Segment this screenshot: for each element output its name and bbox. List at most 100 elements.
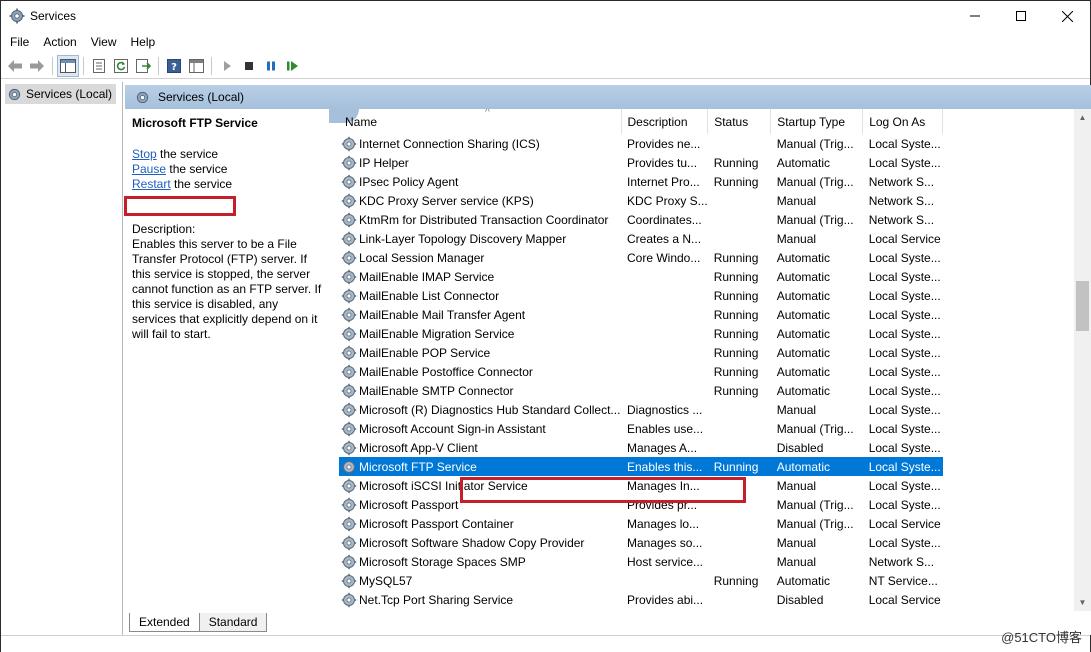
export-icon <box>135 59 151 73</box>
show-hide-console-tree-button[interactable] <box>57 55 79 77</box>
table-row[interactable]: MySQL57 Running Automatic NT Service... <box>339 571 943 590</box>
cell-log-on-as: Local Syste... <box>868 136 941 151</box>
cell-description: Manages lo... <box>627 516 700 531</box>
cell-log-on-as: Local Service <box>868 231 941 246</box>
cell-name: Link-Layer Topology Discovery Mapper <box>339 229 621 248</box>
stop-link[interactable]: Stop <box>132 147 157 161</box>
table-row[interactable]: Microsoft App-V Client Manages A... Disabl… <box>339 438 943 457</box>
scrollbar-thumb[interactable] <box>1076 281 1089 331</box>
refresh-icon <box>114 59 128 73</box>
menu-action[interactable]: Action <box>36 35 83 49</box>
view-icon <box>188 59 204 73</box>
stop-icon <box>245 62 253 70</box>
tab-extended[interactable]: Extended <box>129 613 200 632</box>
pause-link[interactable]: Pause <box>132 162 166 176</box>
service-name: MailEnable SMTP Connector <box>359 383 514 398</box>
table-row[interactable]: IPsec Policy Agent Internet Pro... Running… <box>339 172 943 191</box>
table-row[interactable]: MailEnable Migration Service Running Autom… <box>339 324 943 343</box>
table-row[interactable]: Microsoft FTP Service Enables this... Runn… <box>339 457 943 476</box>
cell-description: Provides ne... <box>627 136 701 151</box>
cell-startup-type: Manual <box>776 193 817 208</box>
table-row[interactable]: IP Helper Provides tu... Running Automatic L… <box>339 153 943 172</box>
cell-description: Internet Pro... <box>627 174 700 189</box>
start-service-button[interactable] <box>216 55 238 77</box>
cell-log-on-as: Local Syste... <box>868 535 941 550</box>
close-button[interactable] <box>1044 1 1090 31</box>
cell-name: Internet Connection Sharing (ICS) <box>339 134 621 153</box>
service-name: Microsoft Passport Container <box>359 516 514 531</box>
cell-log-on-as: Local Syste... <box>868 288 941 303</box>
export-list-button[interactable] <box>132 55 154 77</box>
view-button[interactable] <box>185 55 207 77</box>
back-button[interactable] <box>4 55 26 77</box>
properties-button[interactable] <box>88 55 110 77</box>
cell-name: IPsec Policy Agent <box>339 172 621 191</box>
content-header: Services (Local) <box>125 85 1091 109</box>
column-header-startup-type[interactable]: Startup Type <box>770 109 864 134</box>
description-panel: Microsoft FTP Service Stop the service P… <box>124 109 329 611</box>
cell-startup-type: Manual (Trig... <box>776 136 854 151</box>
cell-log-on-as: Local Syste... <box>868 364 941 379</box>
restart-service-button[interactable] <box>282 55 304 77</box>
table-row[interactable]: Microsoft Passport Container Manages lo..… <box>339 514 943 533</box>
help-button[interactable]: ? <box>163 55 185 77</box>
column-header-name[interactable]: ^ Name <box>339 109 622 134</box>
table-row[interactable]: Link-Layer Topology Discovery Mapper Crea… <box>339 229 943 248</box>
table-row[interactable]: Microsoft Software Shadow Copy Provider M… <box>339 533 943 552</box>
table-row[interactable]: Microsoft Storage Spaces SMP Host service… <box>339 552 943 571</box>
cell-description: Manages A... <box>627 440 698 455</box>
vertical-scrollbar[interactable]: ▲ ▼ <box>1074 109 1091 611</box>
cell-status: Running <box>713 174 759 189</box>
cell-startup-type: Automatic <box>776 288 831 303</box>
service-gear-icon <box>341 174 357 189</box>
column-header-description[interactable]: Description <box>621 109 709 134</box>
table-row[interactable]: KtmRm for Distributed Transaction Coordi… <box>339 210 943 229</box>
cell-status: Running <box>707 457 771 476</box>
sort-ascending-icon: ^ <box>485 109 490 118</box>
table-row[interactable]: MailEnable Postoffice Connector Running Au… <box>339 362 943 381</box>
refresh-button[interactable] <box>110 55 132 77</box>
table-row[interactable]: MailEnable POP Service Running Automatic Lo… <box>339 343 943 362</box>
minimize-button[interactable] <box>952 1 998 31</box>
table-row[interactable]: MailEnable Mail Transfer Agent Running Aut… <box>339 305 943 324</box>
menu-view[interactable]: View <box>84 35 124 49</box>
cell-description <box>621 343 708 362</box>
table-row[interactable]: KDC Proxy Server service (KPS) KDC Proxy … <box>339 191 943 210</box>
table-row[interactable]: Internet Connection Sharing (ICS) Provide… <box>339 134 943 153</box>
service-name: Link-Layer Topology Discovery Mapper <box>359 231 567 246</box>
table-row[interactable]: MailEnable IMAP Service Running Automatic L… <box>339 267 943 286</box>
table-row[interactable]: MailEnable List Connector Running Automati… <box>339 286 943 305</box>
maximize-button[interactable] <box>998 1 1044 31</box>
menu-file[interactable]: File <box>3 35 36 49</box>
forward-button[interactable] <box>26 55 48 77</box>
column-header-status[interactable]: Status <box>707 109 772 134</box>
tab-standard[interactable]: Standard <box>198 613 268 632</box>
cell-name: Microsoft Account Sign-in Assistant <box>339 419 621 438</box>
column-header-log-on-as[interactable]: Log On As <box>862 109 944 134</box>
pause-service-button[interactable] <box>260 55 282 77</box>
cell-description: Coordinates... <box>627 212 702 227</box>
table-row[interactable]: Net.Tcp Port Sharing Service Provides abi… <box>339 590 943 609</box>
stop-service-button[interactable] <box>238 55 260 77</box>
cell-description <box>621 267 708 286</box>
cell-status: Running <box>713 307 759 322</box>
service-name: MailEnable Migration Service <box>359 326 515 341</box>
restart-link[interactable]: Restart <box>132 177 171 191</box>
services-window: Services File Action View Help ? Service… <box>0 0 1091 652</box>
restart-action: Restart the service <box>132 177 322 192</box>
tree-item-services-local[interactable]: Services (Local) <box>5 84 117 104</box>
service-gear-icon <box>341 440 357 455</box>
scroll-down-icon[interactable]: ▼ <box>1074 594 1091 611</box>
cell-status: Running <box>713 250 759 265</box>
table-row[interactable]: Microsoft Account Sign-in Assistant Enabl… <box>339 419 943 438</box>
table-row[interactable]: Local Session Manager Core Windo... Runnin… <box>339 248 943 267</box>
table-row[interactable]: Microsoft (R) Diagnostics Hub Standard C… <box>339 400 943 419</box>
cell-name: MailEnable Mail Transfer Agent <box>339 305 621 324</box>
pause-icon <box>267 61 275 71</box>
scroll-up-icon[interactable]: ▲ <box>1074 109 1091 126</box>
table-row[interactable]: MailEnable SMTP Connector Running Automati… <box>339 381 943 400</box>
menu-help[interactable]: Help <box>124 35 163 49</box>
service-gear-icon <box>341 383 357 398</box>
cell-status <box>708 419 771 438</box>
service-gear-icon <box>341 402 357 417</box>
